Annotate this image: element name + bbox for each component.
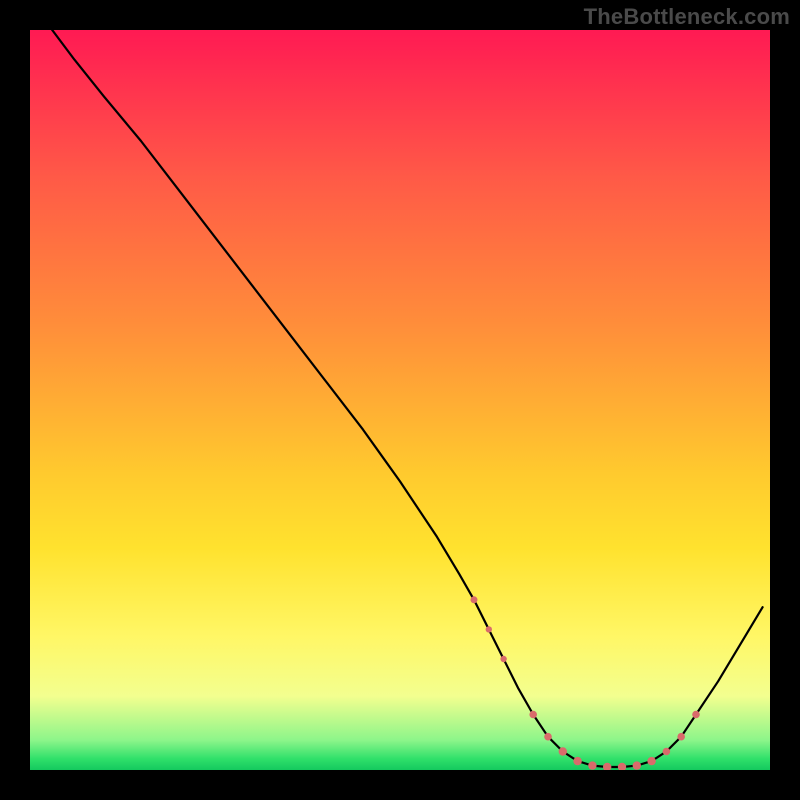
highlight-dots bbox=[471, 596, 700, 770]
highlight-dot bbox=[559, 747, 567, 755]
highlight-dot bbox=[647, 757, 655, 765]
highlight-dot bbox=[486, 626, 492, 632]
bottleneck-curve bbox=[52, 30, 762, 767]
curve-layer bbox=[30, 30, 770, 770]
highlight-dot bbox=[618, 763, 626, 770]
highlight-dot bbox=[677, 733, 685, 741]
highlight-dot bbox=[544, 733, 552, 741]
plot-area bbox=[30, 30, 770, 770]
highlight-dot bbox=[500, 656, 506, 662]
chart-frame: TheBottleneck.com bbox=[0, 0, 800, 800]
highlight-dot bbox=[588, 761, 596, 769]
highlight-dot bbox=[573, 757, 581, 765]
highlight-dot bbox=[633, 761, 641, 769]
highlight-dot bbox=[529, 711, 537, 719]
highlight-dot bbox=[663, 748, 671, 756]
highlight-dot bbox=[471, 596, 478, 603]
highlight-dot bbox=[692, 711, 700, 719]
highlight-dot bbox=[603, 763, 611, 770]
watermark-text: TheBottleneck.com bbox=[584, 4, 790, 30]
